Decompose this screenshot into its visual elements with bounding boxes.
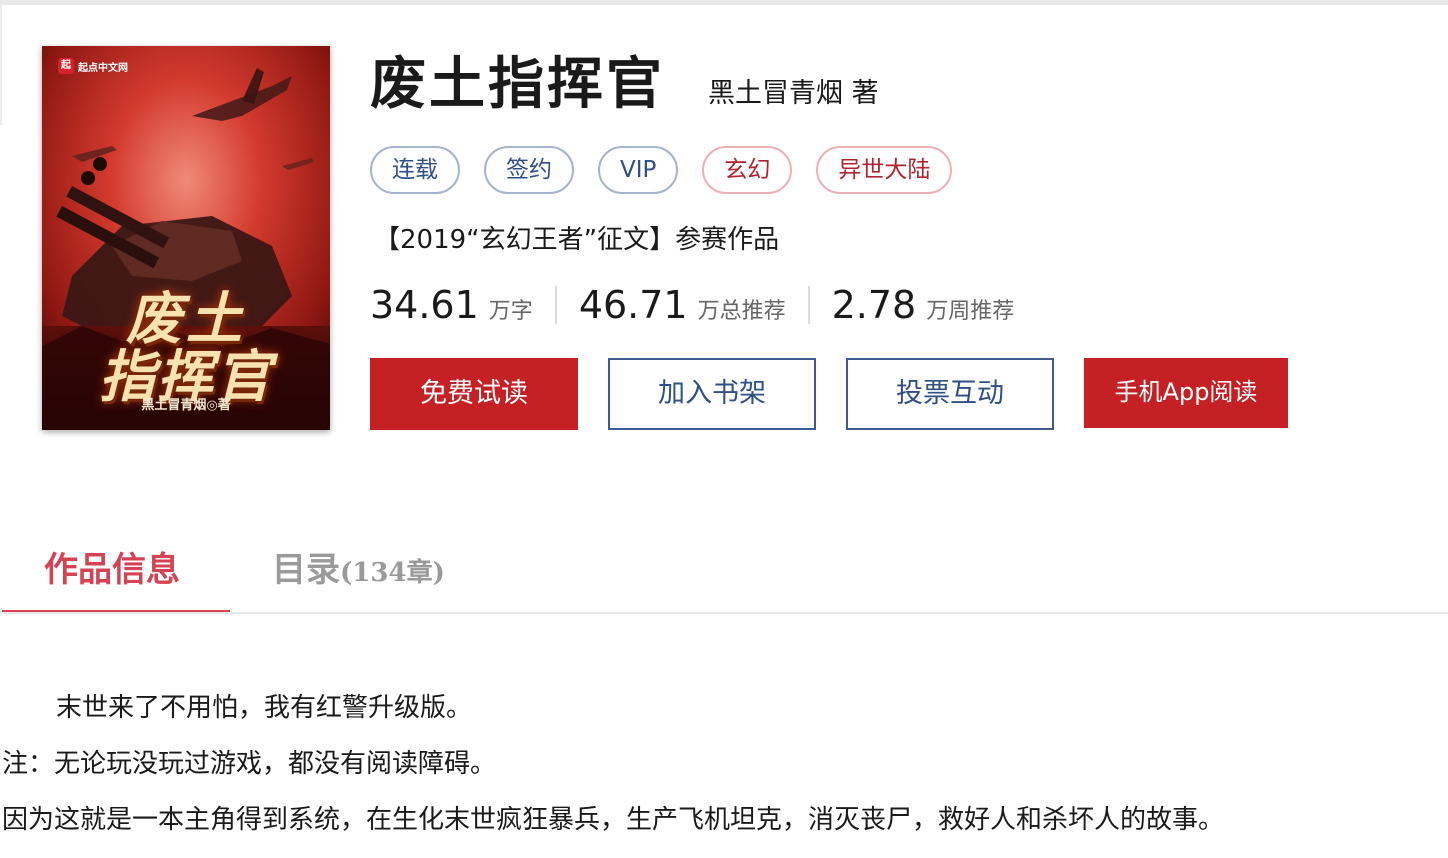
app-read-button[interactable]: 手机App阅读 — [1084, 358, 1288, 428]
tab-catalog[interactable]: 目录(134章) — [272, 540, 445, 614]
author-link[interactable]: 黑土冒青烟 著 — [708, 76, 879, 112]
intro-line: 因为这就是一本主角得到系统，在生化末世疯狂暴兵，生产飞机坦克，消灭丧尸，救好人和… — [2, 805, 1225, 835]
stat-unit: 万总推荐 — [697, 299, 786, 324]
stat-unit: 万周推荐 — [926, 299, 1015, 324]
qidian-logo-icon: 起 — [58, 58, 74, 74]
tag-subgenre[interactable]: 异世大陆 — [816, 146, 953, 194]
book-intro: 末世来了不用怕，我有红警升级版。 注：无论玩没玩过游戏，都没有阅读障碍。 因为这… — [2, 690, 1442, 858]
tab-book-info[interactable]: 作品信息 — [2, 540, 230, 614]
contest-entry-label[interactable]: 【2019“玄幻王者”征文】参赛作品 — [374, 222, 779, 258]
cover-logo: 起 起点中文网 — [58, 58, 128, 74]
book-cover[interactable]: 起 起点中文网 废土 指挥官 黑土冒青烟◎著 — [42, 46, 330, 430]
tab-label: 作品信息 — [44, 550, 180, 590]
stat-word-count: 34.61 万字 — [370, 283, 533, 327]
stat-total-recommend: 46.71 万总推荐 — [579, 283, 786, 327]
tab-label: 目录 — [272, 550, 340, 590]
intro-line: 末世来了不用怕，我有红警升级版。 — [56, 693, 473, 723]
stat-weekly-recommend: 2.78 万周推荐 — [832, 283, 1015, 327]
add-to-shelf-button[interactable]: 加入书架 — [608, 358, 816, 430]
stat-unit: 万字 — [488, 299, 533, 324]
stat-value: 2.78 — [831, 283, 917, 327]
stat-value: 46.71 — [578, 283, 688, 327]
free-read-button[interactable]: 免费试读 — [370, 358, 578, 430]
stat-divider — [554, 286, 557, 324]
stat-value: 34.61 — [370, 283, 479, 327]
vote-button[interactable]: 投票互动 — [846, 358, 1054, 430]
left-divider — [0, 5, 2, 125]
intro-line: 注：无论玩没玩过游戏，都没有阅读障碍。 — [2, 749, 497, 779]
stat-divider — [807, 286, 810, 324]
chapter-count: (134章) — [340, 558, 445, 588]
tag-signed: 签约 — [484, 146, 574, 194]
book-title: 废土指挥官 — [370, 52, 665, 117]
cover-logo-text: 起点中文网 — [78, 62, 128, 74]
tag-list: 连载 签约 VIP 玄幻 异世大陆 — [370, 146, 953, 194]
top-divider — [0, 0, 1448, 5]
book-stats: 34.61 万字 46.71 万总推荐 2.78 万周推荐 — [370, 280, 1014, 330]
tag-serializing: 连载 — [370, 146, 460, 194]
tag-vip: VIP — [598, 146, 679, 194]
tag-genre-xuanhuan[interactable]: 玄幻 — [702, 146, 793, 194]
tab-divider — [0, 612, 1448, 614]
cover-author: 黑土冒青烟◎著 — [141, 398, 231, 413]
detail-tabs: 作品信息 目录(134章) — [0, 540, 1448, 614]
